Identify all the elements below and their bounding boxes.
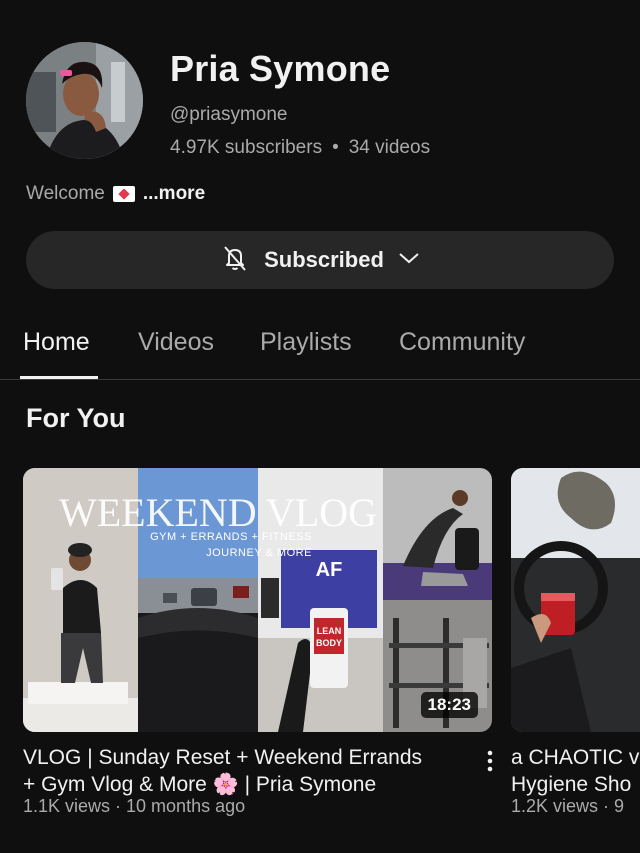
description-text: Welcome — [26, 183, 105, 204]
thumbnail-subtitle-1: GYM + ERRANDS + FITNESS — [150, 531, 312, 543]
chevron-down-icon — [398, 251, 420, 270]
video-title-2-line-1: a CHAOTIC v — [511, 746, 640, 769]
svg-text:BODY: BODY — [316, 638, 342, 648]
video-meta: 1.1K views · 10 months ago — [23, 796, 246, 816]
video-thumbnail-2[interactable] — [511, 468, 640, 732]
video-title[interactable]: VLOG | Sunday Reset + Weekend Errands + … — [23, 744, 475, 798]
channel-stats: 4.97K subscribers • 34 videos — [170, 137, 430, 159]
video-title-2[interactable]: a CHAOTIC v Hygiene Sho — [511, 744, 640, 798]
more-options-icon[interactable] — [482, 748, 498, 774]
active-tab-indicator — [20, 376, 98, 379]
channel-description[interactable]: Welcome ...more — [26, 183, 205, 205]
subscribed-label: Subscribed — [264, 247, 384, 272]
stats-separator: • — [332, 137, 339, 158]
thumbnail-subtitle-2: JOURNEY & MORE — [206, 547, 312, 559]
more-link[interactable]: ...more — [143, 183, 205, 205]
channel-tabs: Home Videos Playlists Community — [0, 318, 640, 380]
video-title-line-2: + Gym Vlog & More 🌸 | Pria Symone — [23, 773, 377, 796]
thumbnail-title-text: WEEKEND VLOG — [59, 490, 377, 535]
tab-videos[interactable]: Videos — [138, 328, 214, 357]
video-title-2-line-2: Hygiene Sho — [511, 773, 632, 796]
subscribed-button[interactable]: Subscribed — [26, 231, 614, 289]
channel-handle: @priasymone — [170, 104, 288, 125]
video-meta-2: 1.2K views · 9 — [511, 796, 625, 816]
subscriber-count: 4.97K subscribers — [170, 137, 323, 158]
tab-community[interactable]: Community — [399, 328, 525, 357]
svg-text:AF: AF — [316, 559, 343, 581]
bell-off-icon — [220, 243, 250, 278]
video-thumbnail[interactable]: AF LEAN BODY WEEKEND VLOG GYM + ERRANDS … — [23, 468, 492, 732]
love-letter-icon — [112, 186, 135, 202]
video-count: 34 videos — [348, 137, 431, 158]
video-title-line-1: VLOG | Sunday Reset + Weekend Errands — [23, 746, 423, 769]
channel-avatar[interactable] — [26, 42, 143, 159]
svg-text:LEAN: LEAN — [317, 626, 342, 636]
video-duration: 18:23 — [420, 692, 478, 718]
section-title: For You — [26, 403, 126, 433]
tab-home[interactable]: Home — [23, 328, 90, 357]
channel-name: Pria Symone — [170, 48, 391, 89]
tab-playlists[interactable]: Playlists — [260, 328, 352, 357]
